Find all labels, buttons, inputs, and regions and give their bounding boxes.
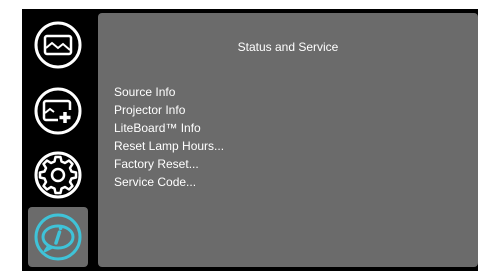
tab-status-and-service[interactable] <box>28 207 88 267</box>
menu-item-projector-info[interactable]: Projector Info <box>114 101 224 119</box>
sidebar <box>22 9 96 271</box>
tab-picture-settings[interactable] <box>28 81 88 141</box>
menu-item-liteboard-info[interactable]: LiteBoard™ Info <box>114 119 224 137</box>
status-and-service-panel: Status and Service Source Info Projector… <box>98 13 478 267</box>
gear-icon <box>34 151 82 199</box>
tab-settings[interactable] <box>28 145 88 205</box>
picture-plus-icon <box>34 87 82 135</box>
menu-item-factory-reset[interactable]: Factory Reset... <box>114 155 224 173</box>
tab-picture[interactable] <box>28 15 88 75</box>
panel-title: Status and Service <box>237 40 339 54</box>
menu-item-source-info[interactable]: Source Info <box>114 83 224 101</box>
osd-menu: Status and Service Source Info Projector… <box>22 9 478 271</box>
menu-list: Source Info Projector Info LiteBoard™ In… <box>114 83 224 191</box>
menu-item-reset-lamp-hours[interactable]: Reset Lamp Hours... <box>114 137 224 155</box>
info-icon <box>34 213 82 261</box>
menu-item-service-code[interactable]: Service Code... <box>114 173 224 191</box>
picture-icon <box>34 21 82 69</box>
